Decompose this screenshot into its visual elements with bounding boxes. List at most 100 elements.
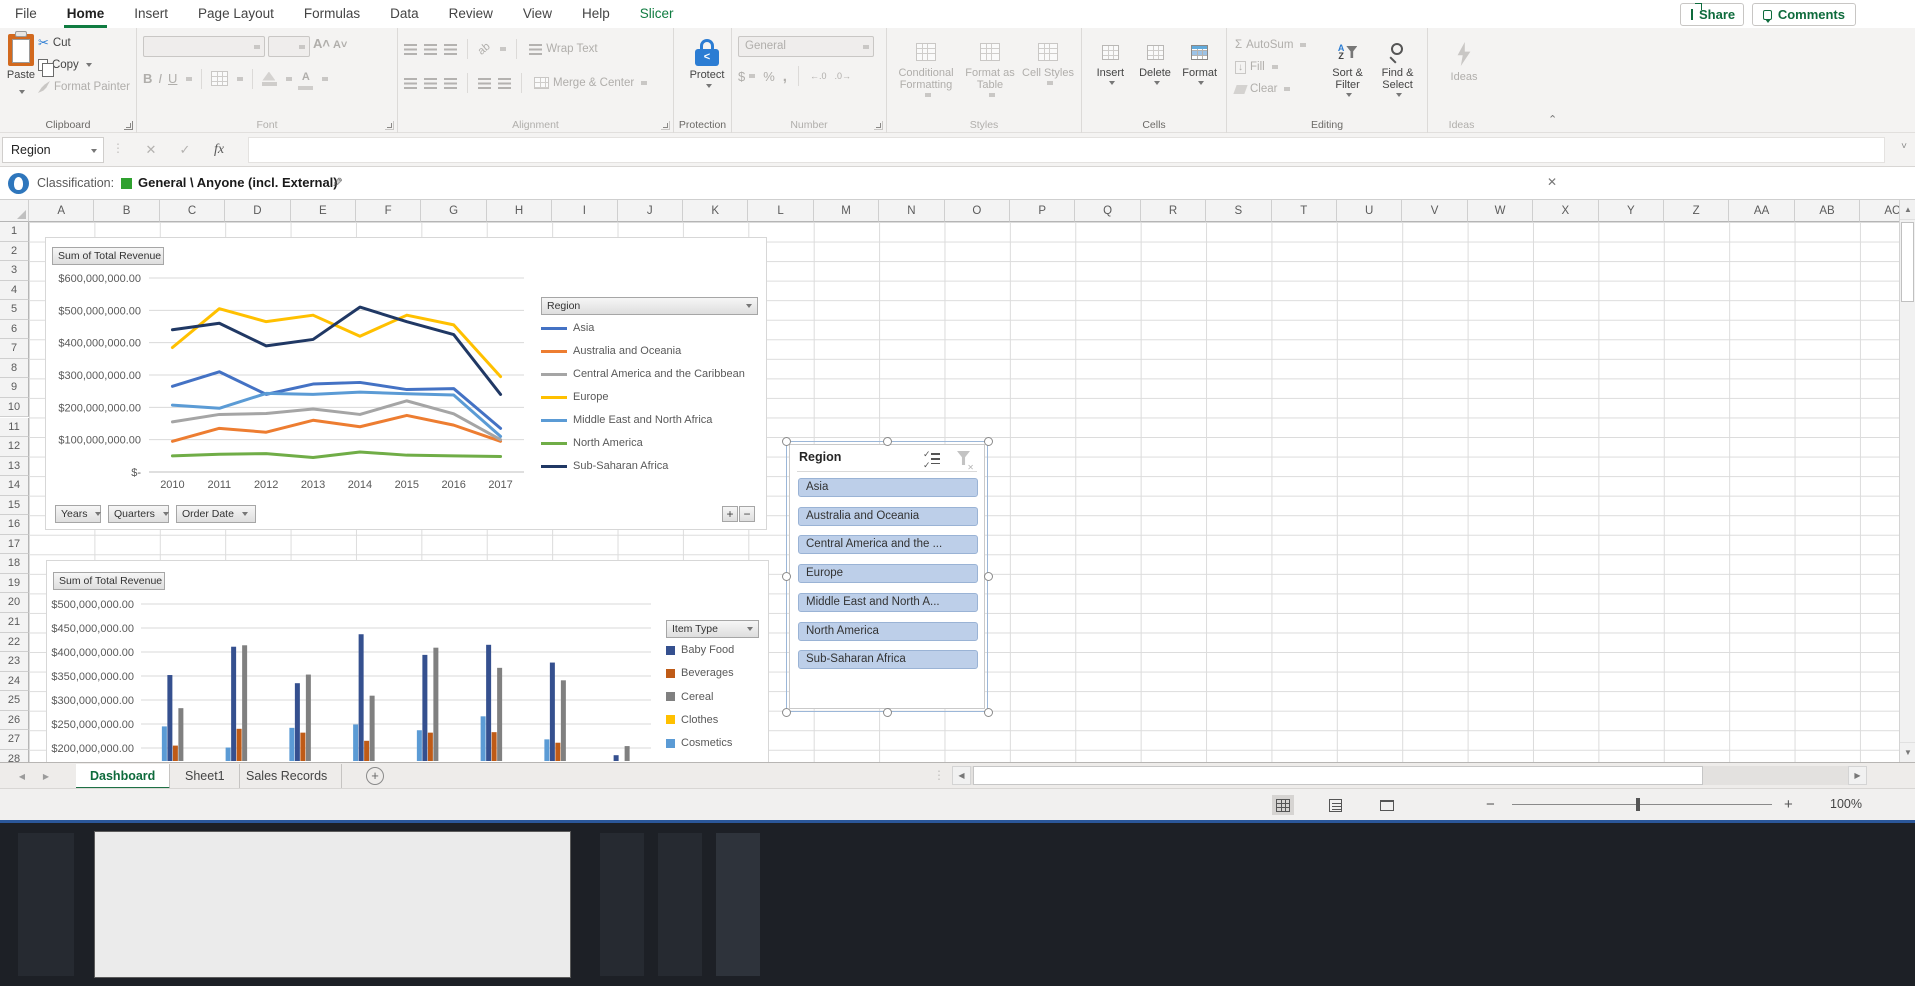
name-box[interactable]: Region — [2, 137, 104, 163]
ribbon-tab-slicer[interactable]: Slicer — [625, 0, 689, 28]
row-header-21[interactable]: 21 — [0, 613, 29, 633]
wrap-text-button[interactable]: Wrap Text — [527, 38, 599, 60]
column-header-E[interactable]: E — [291, 200, 356, 222]
slicer-item-sub-saharan-africa[interactable]: Sub-Saharan Africa — [798, 650, 978, 669]
font-color-button[interactable]: A — [298, 67, 313, 90]
font-size-combo[interactable] — [268, 36, 310, 57]
slicer-item-europe[interactable]: Europe — [798, 564, 978, 583]
classification-close-icon[interactable]: ✕ — [1547, 175, 1557, 189]
ribbon-tab-page-layout[interactable]: Page Layout — [183, 0, 289, 28]
column-header-Z[interactable]: Z — [1664, 200, 1729, 222]
row-header-12[interactable]: 12 — [0, 437, 29, 457]
slicer-resize-handle[interactable] — [883, 708, 892, 717]
format-as-table-button[interactable]: Format as Table — [959, 32, 1021, 97]
taskbar-app-icon[interactable] — [658, 833, 702, 976]
classification-edit-icon[interactable]: ✎ — [332, 175, 343, 191]
slicer-resize-handle[interactable] — [782, 708, 791, 717]
taskbar-search-box[interactable] — [94, 831, 571, 978]
slicer-item-north-america[interactable]: North America — [798, 622, 978, 641]
align-center-icon[interactable] — [424, 78, 437, 89]
row-header-10[interactable]: 10 — [0, 398, 29, 418]
column-header-Q[interactable]: Q — [1075, 200, 1140, 222]
format-painter-button[interactable]: Format Painter — [36, 76, 132, 98]
slicer-resize-handle[interactable] — [984, 572, 993, 581]
zoom-level[interactable]: 100% — [1830, 797, 1862, 811]
row-header-19[interactable]: 19 — [0, 574, 29, 594]
column-header-D[interactable]: D — [225, 200, 290, 222]
merge-center-button[interactable]: Merge & Center — [532, 72, 649, 94]
ribbon-tab-file[interactable]: File — [0, 0, 52, 28]
align-middle-icon[interactable] — [424, 44, 437, 55]
pivot-line-chart[interactable]: Sum of Total Revenue Region AsiaAustrali… — [45, 237, 767, 530]
scroll-down-button[interactable]: ▼ — [1900, 742, 1915, 762]
borders-button[interactable] — [211, 71, 228, 86]
row-header-4[interactable]: 4 — [0, 281, 29, 301]
align-bottom-icon[interactable] — [444, 44, 457, 55]
align-top-icon[interactable] — [404, 44, 417, 55]
row-header-6[interactable]: 6 — [0, 320, 29, 340]
number-dialog-launcher[interactable] — [874, 121, 883, 130]
row-header-2[interactable]: 2 — [0, 242, 29, 262]
clear-button[interactable]: Clear — [1233, 78, 1323, 100]
slicer-resize-handle[interactable] — [883, 437, 892, 446]
column-header-F[interactable]: F — [356, 200, 421, 222]
sheet-nav-right-icon[interactable]: ▶ — [38, 770, 54, 783]
row-header-15[interactable]: 15 — [0, 496, 29, 516]
vertical-scrollbar[interactable]: ▲ ▼ — [1899, 200, 1915, 762]
collapse-ribbon-button[interactable]: ⌃ — [1548, 113, 1557, 126]
column-header-N[interactable]: N — [879, 200, 944, 222]
slicer-item-middle-east-and-north-a-[interactable]: Middle East and North A... — [798, 593, 978, 612]
column-header-J[interactable]: J — [618, 200, 683, 222]
align-right-icon[interactable] — [444, 78, 457, 89]
tabbar-splitter[interactable]: ⋮ — [933, 768, 945, 782]
ribbon-tab-data[interactable]: Data — [375, 0, 434, 28]
vertical-scroll-thumb[interactable] — [1901, 222, 1914, 302]
new-sheet-button[interactable]: + — [366, 767, 384, 785]
row-header-22[interactable]: 22 — [0, 633, 29, 653]
sort-filter-button[interactable]: AZ Sort & Filter — [1323, 32, 1372, 100]
row-header-25[interactable]: 25 — [0, 691, 29, 711]
share-button[interactable]: Share — [1680, 3, 1744, 26]
column-header-R[interactable]: R — [1141, 200, 1206, 222]
column-header-O[interactable]: O — [945, 200, 1010, 222]
grow-font-button[interactable]: A˄ — [313, 36, 330, 57]
column-header-AA[interactable]: AA — [1729, 200, 1794, 222]
alignment-dialog-launcher[interactable] — [661, 121, 670, 130]
column-header-V[interactable]: V — [1402, 200, 1467, 222]
expand-formula-bar-button[interactable]: ˅ — [1901, 141, 1907, 152]
sheet-tab-sheet1[interactable]: Sheet1 — [171, 764, 240, 789]
row-header-13[interactable]: 13 — [0, 457, 29, 477]
row-header-24[interactable]: 24 — [0, 672, 29, 692]
sheet-nav-left-icon[interactable]: ◀ — [14, 770, 30, 783]
column-header-U[interactable]: U — [1337, 200, 1402, 222]
ribbon-tab-view[interactable]: View — [508, 0, 567, 28]
start-button[interactable] — [18, 833, 74, 976]
column-header-T[interactable]: T — [1272, 200, 1337, 222]
row-header-11[interactable]: 11 — [0, 418, 29, 438]
protect-button[interactable]: < Protect — [680, 32, 734, 88]
column-header-W[interactable]: W — [1468, 200, 1533, 222]
row-header-23[interactable]: 23 — [0, 652, 29, 672]
delete-cells-button[interactable]: Delete — [1133, 32, 1178, 85]
column-header-P[interactable]: P — [1010, 200, 1075, 222]
formula-input[interactable] — [248, 137, 1885, 163]
insert-function-button[interactable]: fx — [206, 137, 232, 163]
worksheet-grid[interactable]: ABCDEFGHIJKLMNOPQRSTUVWXYZAAABAC 1234567… — [0, 200, 1915, 762]
fill-color-button[interactable] — [262, 72, 277, 86]
zoom-out-button[interactable]: − — [1486, 796, 1495, 813]
page-layout-view-button[interactable] — [1324, 795, 1346, 815]
row-header-8[interactable]: 8 — [0, 359, 29, 379]
taskbar-app-icon[interactable] — [600, 833, 644, 976]
ideas-button[interactable]: Ideas — [1434, 32, 1494, 83]
column-header-M[interactable]: M — [814, 200, 879, 222]
shrink-font-button[interactable]: A˅ — [333, 39, 347, 57]
decrease-indent-icon[interactable] — [478, 78, 491, 89]
slicer-item-australia-and-oceania[interactable]: Australia and Oceania — [798, 507, 978, 526]
increase-decimal-button[interactable]: ←.0 — [810, 71, 827, 81]
row-header-7[interactable]: 7 — [0, 339, 29, 359]
slicer-resize-handle[interactable] — [782, 437, 791, 446]
row-header-17[interactable]: 17 — [0, 535, 29, 555]
row-header-20[interactable]: 20 — [0, 593, 29, 613]
column-header-G[interactable]: G — [421, 200, 486, 222]
zoom-slider-thumb[interactable] — [1636, 798, 1640, 811]
